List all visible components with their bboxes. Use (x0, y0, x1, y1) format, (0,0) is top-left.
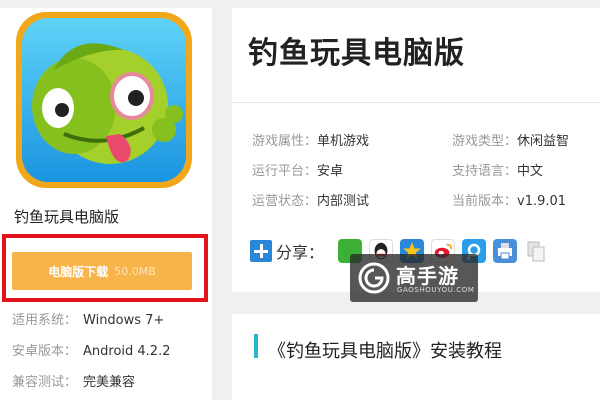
attr-key: 运营状态： (252, 194, 318, 209)
share-plus-icon[interactable] (250, 240, 272, 262)
attr-value: 休闲益智 (517, 134, 570, 149)
download-size: 50.0MB (114, 264, 156, 278)
attr-key: 游戏属性： (252, 134, 318, 149)
title-divider (232, 102, 600, 103)
meta-key: 兼容测试： (12, 375, 78, 390)
meta-value: Windows 7+ (83, 313, 165, 328)
install-guide-title: 《钓鱼玩具电脑版》安装教程 (268, 341, 502, 362)
site-watermark: 高手游 GAOSHOUYOU.COM (350, 254, 478, 302)
pc-download-button[interactable]: 电脑版下载 50.0MB (12, 252, 192, 290)
meta-value: 完美兼容 (83, 375, 136, 390)
attr-value: v1.9.01 (517, 194, 567, 209)
share-label: 分享： (276, 243, 325, 262)
meta-row-android: 安卓版本： Android 4.2.2 (12, 340, 171, 359)
download-label: 电脑版下载 (48, 264, 109, 279)
attr-key: 运行平台： (252, 164, 318, 179)
meta-key: 安卓版本： (12, 344, 78, 359)
attr-value: 安卓 (317, 164, 344, 179)
attr-key: 当前版本： (452, 194, 518, 209)
page-title: 钓鱼玩具电脑版 (248, 36, 465, 71)
app-icon (14, 10, 194, 190)
section-accent-bar (254, 334, 258, 358)
print-icon[interactable] (493, 239, 518, 263)
attr-language: 支持语言：中文 (452, 160, 543, 179)
attr-version: 当前版本：v1.9.01 (452, 190, 566, 209)
attr-value: 内部测试 (317, 194, 370, 209)
copy-icon[interactable] (524, 239, 549, 263)
watermark-domain: GAOSHOUYOU.COM (397, 286, 475, 294)
gaoshouyou-logo-icon (358, 262, 390, 294)
attr-key: 支持语言： (452, 164, 518, 179)
meta-row-os: 适用系统： Windows 7+ (12, 309, 164, 328)
meta-key: 适用系统： (12, 313, 78, 328)
attr-platform: 运行平台：安卓 (252, 160, 343, 179)
attr-status: 运营状态：内部测试 (252, 190, 369, 209)
attr-game-property: 游戏属性：单机游戏 (252, 130, 369, 149)
attr-key: 游戏类型： (452, 134, 518, 149)
attr-value: 单机游戏 (317, 134, 370, 149)
meta-value: Android 4.2.2 (83, 344, 171, 359)
attr-game-type: 游戏类型：休闲益智 (452, 130, 569, 149)
attr-value: 中文 (517, 164, 544, 179)
meta-row-compat: 兼容测试： 完美兼容 (12, 371, 135, 390)
app-name: 钓鱼玩具电脑版 (14, 208, 120, 226)
watermark-brand: 高手游 (396, 264, 459, 288)
